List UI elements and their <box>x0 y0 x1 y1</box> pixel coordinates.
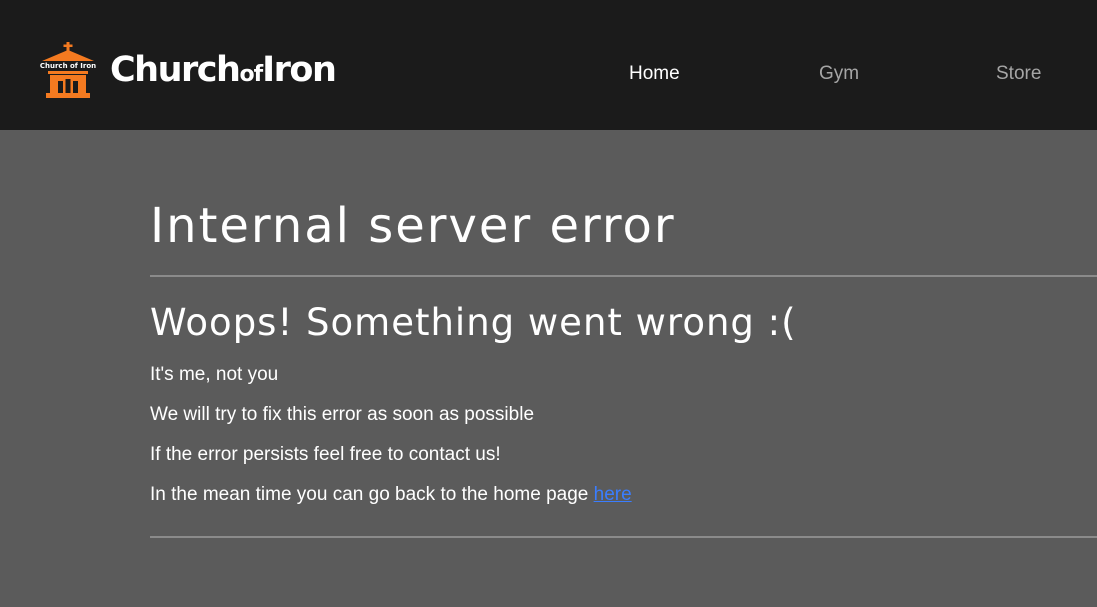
brand-name-church: Church <box>110 49 241 90</box>
nav-store-link[interactable]: Store <box>996 62 1041 86</box>
message-line-4: In the mean time you can go back to the … <box>150 483 632 507</box>
logo-text: Church of Iron <box>40 62 96 70</box>
error-subtitle: Woops! Something went wrong :( <box>150 301 797 344</box>
top-navbar: Church of Iron ChurchofIron Home Gym Sto… <box>0 0 1097 130</box>
message-line-2: We will try to fix this error as soon as… <box>150 404 535 425</box>
message-line-1: It's me, not you <box>150 364 279 385</box>
brand-name: ChurchofIron <box>110 49 337 90</box>
church-icon: Church of Iron <box>38 42 98 98</box>
page-title: Internal server error <box>150 198 676 254</box>
nav-home-link[interactable]: Home <box>629 62 680 86</box>
nav-gym-link[interactable]: Gym <box>819 62 859 86</box>
divider-bottom <box>150 536 1097 538</box>
brand-home-link[interactable]: Church of Iron ChurchofIron <box>38 42 337 98</box>
message-line-3: If the error persists feel free to conta… <box>150 444 501 465</box>
brand-name-iron: Iron <box>262 49 337 90</box>
message-line-4-text: In the mean time you can go back to the … <box>150 484 589 505</box>
divider-top <box>150 275 1097 277</box>
home-page-link[interactable]: here <box>594 484 632 505</box>
brand-name-of: of <box>239 61 263 87</box>
